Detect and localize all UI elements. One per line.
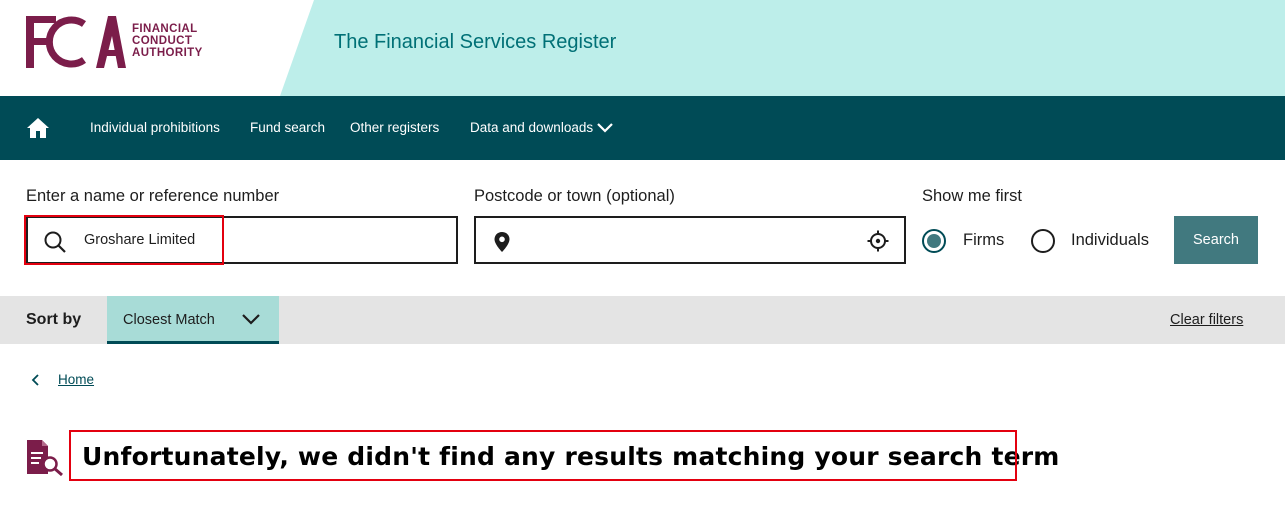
location-field-label: Postcode or town (optional) — [474, 187, 675, 205]
chevron-left-icon — [31, 374, 39, 386]
locate-me-icon[interactable] — [867, 230, 889, 252]
sort-selected-value: Closest Match — [123, 312, 215, 328]
logo-wordmark: FINANCIAL CONDUCT AUTHORITY — [132, 23, 203, 59]
chevron-down-icon[interactable] — [596, 122, 614, 134]
sort-select[interactable]: Closest Match — [107, 296, 279, 344]
clear-filters-link[interactable]: Clear filters — [1170, 312, 1243, 328]
nav-item-individual-prohibitions[interactable]: Individual prohibitions — [90, 120, 220, 135]
nav-item-data-and-downloads[interactable]: Data and downloads — [470, 120, 593, 135]
name-field-label: Enter a name or reference number — [26, 187, 280, 205]
name-search-value: Groshare Limited — [84, 232, 196, 248]
search-button[interactable]: Search — [1174, 216, 1258, 264]
home-icon[interactable] — [26, 116, 50, 140]
nav-item-fund-search[interactable]: Fund search — [250, 120, 325, 135]
radio-individuals-label[interactable]: Individuals — [1071, 231, 1149, 250]
breadcrumb-home-link[interactable]: Home — [58, 372, 94, 387]
show-first-label: Show me first — [922, 187, 1022, 205]
chevron-down-icon — [242, 314, 260, 325]
map-pin-icon — [494, 232, 510, 252]
sort-bar: Sort by Closest Match Clear filters — [0, 296, 1285, 344]
logo-line: FINANCIAL — [132, 23, 198, 35]
site-title[interactable]: The Financial Services Register — [334, 31, 616, 54]
fca-logo-mark — [26, 16, 126, 68]
site-header: FINANCIAL CONDUCT AUTHORITY The Financia… — [0, 0, 1285, 96]
name-search-input[interactable]: Groshare Limited — [26, 216, 458, 264]
fca-logo[interactable]: FINANCIAL CONDUCT AUTHORITY — [26, 14, 216, 70]
radio-individuals[interactable] — [1031, 229, 1055, 253]
logo-line: AUTHORITY — [132, 47, 203, 59]
logo-line: CONDUCT — [132, 35, 193, 47]
nav-item-other-registers[interactable]: Other registers — [350, 120, 439, 135]
main-nav: Individual prohibitions Fund search Othe… — [0, 96, 1285, 160]
sort-by-label: Sort by — [26, 311, 82, 328]
no-results-message: Unfortunately, we didn't find any result… — [82, 442, 1060, 471]
location-input[interactable] — [474, 216, 906, 264]
radio-firms[interactable] — [922, 229, 946, 253]
document-search-icon — [27, 440, 63, 476]
search-icon — [44, 231, 66, 253]
radio-firms-label[interactable]: Firms — [963, 231, 1004, 250]
